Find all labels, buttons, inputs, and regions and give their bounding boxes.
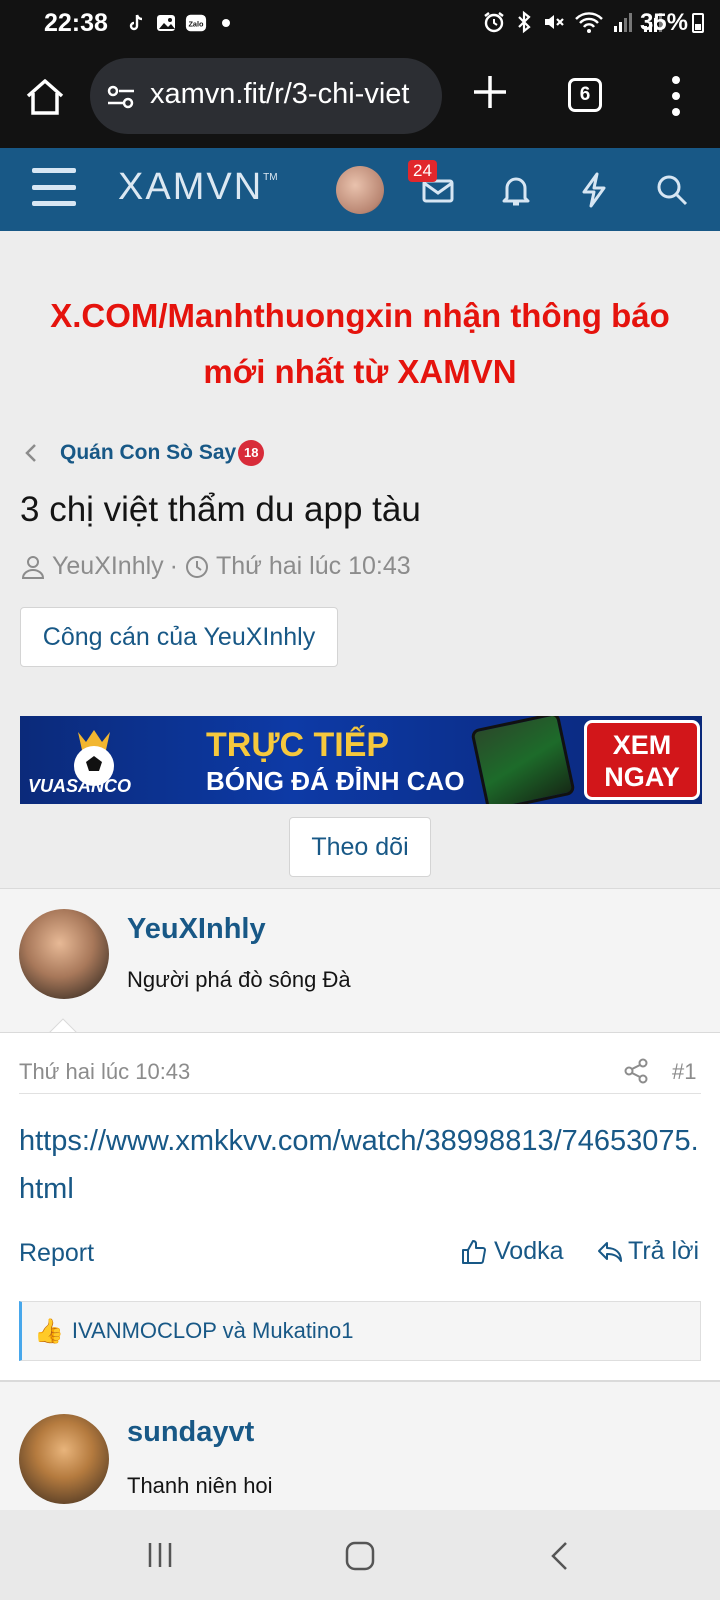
reply-label[interactable]: Trả lời — [628, 1237, 699, 1266]
status-bar: 22:38 Zalo 35% — [0, 0, 720, 50]
signal-icon — [614, 13, 632, 32]
thread-meta: YeuXInhly · Thứ hai lúc 10:43 — [20, 552, 411, 581]
thread-title: 3 chị việt thẩm du app tàu — [20, 490, 421, 529]
user-icon — [21, 555, 45, 579]
report-link[interactable]: Report — [19, 1239, 94, 1268]
svg-text:Zalo: Zalo — [188, 20, 204, 29]
phone-image — [470, 716, 576, 804]
user-avatar[interactable] — [336, 166, 384, 214]
reactions-text[interactable]: IVANMOCLOP và Mukatino1 — [72, 1318, 354, 1344]
thumbs-up-reaction-icon: 👍 — [34, 1317, 64, 1345]
thread-author[interactable]: YeuXInhly — [52, 552, 164, 581]
address-bar[interactable]: xamvn.fit/r/3-chi-viet — [90, 58, 442, 134]
post-author-block: sundayvt Thanh niên hoi — [0, 1380, 720, 1510]
home-nav-icon[interactable] — [344, 1540, 376, 1572]
system-nav-bar — [0, 1510, 720, 1600]
recent-apps-icon[interactable] — [145, 1540, 175, 1570]
reply-icon — [598, 1241, 622, 1262]
dot-icon — [215, 12, 237, 34]
bluetooth-icon — [518, 10, 531, 34]
meta-separator: · — [169, 552, 178, 580]
post-user-title: Người phá đò sông Đà — [127, 967, 351, 992]
wifi-icon — [575, 12, 603, 33]
status-time: 22:38 — [44, 9, 108, 37]
notice-banner: X.COM/Manhthuongxin nhận thông báo mới n… — [50, 297, 670, 390]
status-left-icons: Zalo — [125, 12, 237, 34]
post-body: Thứ hai lúc 10:43 #1 https://www.xmkkvv.… — [0, 1032, 720, 1380]
ad-banner[interactable]: VUASANCO TRỰC TIẾP BÓNG ĐÁ ĐỈNH CAO XEM … — [20, 716, 702, 804]
thumbs-up-icon — [462, 1239, 486, 1264]
chevron-left-icon — [25, 444, 36, 462]
browser-menu-icon[interactable] — [670, 76, 682, 116]
new-tab-icon[interactable] — [470, 72, 510, 112]
site-logo[interactable]: XAMVNTM — [118, 166, 278, 209]
post-link[interactable]: https://www.xmkkvv.com/watch/38998813/74… — [19, 1117, 703, 1213]
banner-headline: TRỰC TIẾP — [206, 726, 390, 764]
gallery-icon — [155, 12, 177, 34]
avatar[interactable] — [19, 909, 109, 999]
tab-switcher-button[interactable]: 6 — [568, 78, 602, 112]
post-username[interactable]: sundayvt — [127, 1416, 254, 1449]
home-icon[interactable] — [22, 74, 68, 120]
thread-time: Thứ hai lúc 10:43 — [216, 552, 411, 580]
battery-percent: 35% — [639, 9, 688, 36]
avatar[interactable] — [19, 1414, 109, 1504]
share-icon[interactable] — [622, 1057, 650, 1085]
banner-brand: VUASANCO — [28, 776, 132, 796]
author-content-button[interactable]: Công cán của YeuXInhly — [20, 607, 338, 667]
menu-icon[interactable] — [32, 168, 76, 206]
bolt-icon[interactable] — [574, 170, 614, 210]
banner-cta-button[interactable]: XEM NGAY — [584, 720, 700, 800]
follow-button[interactable]: Theo dõi — [289, 817, 431, 877]
breadcrumb[interactable]: Quán Con Sò Say 18 — [20, 440, 265, 466]
battery-indicator: 35% — [640, 9, 704, 37]
mute-icon — [545, 15, 564, 29]
site-settings-icon[interactable] — [106, 82, 136, 112]
breadcrumb-label[interactable]: Quán Con Sò Say — [60, 441, 236, 465]
status-right-icons — [482, 10, 664, 34]
bell-icon[interactable] — [496, 170, 536, 210]
browser-toolbar: xamvn.fit/r/3-chi-viet 6 — [0, 50, 720, 148]
zalo-icon: Zalo — [185, 12, 207, 34]
reactions-bar[interactable]: 👍 IVANMOCLOP và Mukatino1 — [19, 1301, 701, 1361]
post-username[interactable]: YeuXInhly — [127, 913, 266, 946]
alarm-icon — [484, 12, 504, 33]
banner-subline: BÓNG ĐÁ ĐỈNH CAO — [206, 766, 465, 796]
site-header: XAMVNTM 24 — [0, 148, 720, 231]
like-label[interactable]: Vodka — [494, 1237, 564, 1266]
tiktok-icon — [125, 12, 147, 34]
back-icon[interactable] — [548, 1540, 572, 1572]
post-user-title: Thanh niên hoi — [127, 1473, 273, 1498]
post-number[interactable]: #1 — [672, 1059, 696, 1085]
reply-button[interactable]: Trả lời — [596, 1237, 699, 1266]
search-icon[interactable] — [652, 170, 692, 210]
mail-badge: 24 — [408, 160, 437, 182]
age-18-icon: 18 — [238, 440, 265, 466]
post-date[interactable]: Thứ hai lúc 10:43 — [19, 1059, 190, 1085]
like-button[interactable]: Vodka — [460, 1237, 564, 1266]
battery-icon — [692, 13, 704, 33]
clock-icon — [186, 555, 208, 578]
divider — [19, 1093, 701, 1094]
url-text[interactable]: xamvn.fit/r/3-chi-viet — [150, 78, 430, 111]
post-author-block: YeuXInhly Người phá đò sông Đà — [0, 888, 720, 1032]
